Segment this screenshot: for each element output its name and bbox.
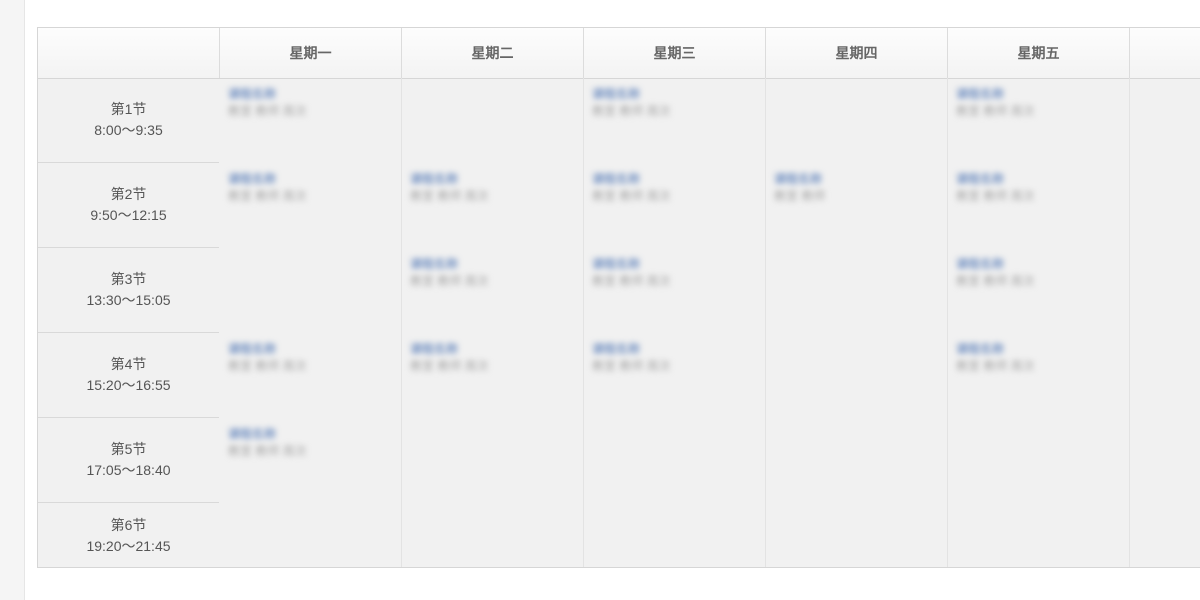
- schedule-grid: 课程名称 教室 教师 周次 课程名称 教室 教师 周次 课程名称 教室 教师 周…: [220, 78, 1200, 567]
- course-entry[interactable]: 课程名称 教室 教师 周次: [228, 426, 388, 460]
- course-slot[interactable]: 课程名称 教室 教师 周次: [948, 163, 1129, 248]
- course-slot[interactable]: 课程名称 教室 教师 周次: [220, 418, 401, 503]
- course-entry[interactable]: 课程名称 教室 教师 周次: [410, 256, 570, 290]
- course-slot[interactable]: 课程名称 教室 教师 周次: [948, 78, 1129, 163]
- header-day-tuesday: 星期二: [402, 28, 584, 78]
- header-day-saturday: [1130, 28, 1200, 78]
- course-entry[interactable]: 课程名称 教室 教师 周次: [592, 86, 752, 120]
- period-cell-1: 第1节 8:00～9:35: [38, 78, 219, 163]
- course-slot[interactable]: 课程名称 教室 教师 周次: [402, 248, 583, 333]
- header-corner-cell: [38, 28, 220, 78]
- day-column-monday: 课程名称 教室 教师 周次 课程名称 教室 教师 周次 课程名称 教室 教师 周…: [220, 78, 402, 567]
- period-cell-6: 第6节 19:20～21:45: [38, 503, 219, 567]
- header-day-monday: 星期一: [220, 28, 402, 78]
- course-slot[interactable]: 课程名称 教室 教师 周次: [948, 333, 1129, 418]
- day-column-thursday: 课程名称 教室 教师: [766, 78, 948, 567]
- period-time: 15:20～16:55: [86, 377, 171, 393]
- period-label: 第5节: [110, 441, 147, 457]
- period-cell-5: 第5节 17:05～18:40: [38, 418, 219, 503]
- period-time: 13:30～15:05: [86, 292, 171, 308]
- course-entry[interactable]: 课程名称 教室 教师 周次: [592, 341, 752, 375]
- course-slot[interactable]: 课程名称 教室 教师 周次: [584, 78, 765, 163]
- timetable: 星期一 星期二 星期三 星期四 星期五 第1节 8:00～9:35 第2节 9:…: [37, 27, 1200, 568]
- period-time: 19:20～21:45: [86, 537, 171, 554]
- day-column-saturday: [1130, 78, 1200, 567]
- period-label: 第4节: [110, 356, 147, 372]
- course-entry[interactable]: 课程名称 教室 教师 周次: [956, 256, 1116, 290]
- course-entry[interactable]: 课程名称 教室 教师 周次: [410, 341, 570, 375]
- course-entry[interactable]: 课程名称 教室 教师 周次: [592, 171, 752, 205]
- timetable-header: 星期一 星期二 星期三 星期四 星期五: [38, 28, 1200, 79]
- course-slot[interactable]: 课程名称 教室 教师 周次: [584, 333, 765, 418]
- course-entry[interactable]: 课程名称 教室 教师 周次: [228, 171, 388, 205]
- course-slot[interactable]: 课程名称 教室 教师 周次: [220, 333, 401, 418]
- course-entry[interactable]: 课程名称 教室 教师: [774, 171, 934, 205]
- course-slot[interactable]: 课程名称 教室 教师: [766, 163, 947, 248]
- course-entry[interactable]: 课程名称 教室 教师 周次: [956, 86, 1116, 120]
- period-time: 8:00～9:35: [94, 122, 163, 138]
- day-column-wednesday: 课程名称 教室 教师 周次 课程名称 教室 教师 周次 课程名称 教室 教师 周…: [584, 78, 766, 567]
- course-slot[interactable]: 课程名称 教室 教师 周次: [402, 333, 583, 418]
- sidebar-strip: [0, 0, 25, 600]
- course-entry[interactable]: 课程名称 教室 教师 周次: [228, 341, 388, 375]
- course-slot[interactable]: 课程名称 教室 教师 周次: [584, 163, 765, 248]
- course-slot[interactable]: 课程名称 教室 教师 周次: [220, 78, 401, 163]
- period-cell-2: 第2节 9:50～12:15: [38, 163, 219, 248]
- course-slot[interactable]: 课程名称 教室 教师 周次: [948, 248, 1129, 333]
- period-time: 17:05～18:40: [86, 462, 171, 478]
- course-entry[interactable]: 课程名称 教室 教师 周次: [592, 256, 752, 290]
- course-slot[interactable]: 课程名称 教室 教师 周次: [584, 248, 765, 333]
- period-label: 第1节: [110, 101, 147, 117]
- period-label: 第3节: [110, 271, 147, 287]
- course-entry[interactable]: 课程名称 教室 教师 周次: [956, 171, 1116, 205]
- course-entry[interactable]: 课程名称 教室 教师 周次: [410, 171, 570, 205]
- course-entry[interactable]: 课程名称 教室 教师 周次: [228, 86, 388, 120]
- course-slot[interactable]: 课程名称 教室 教师 周次: [402, 163, 583, 248]
- header-day-thursday: 星期四: [766, 28, 948, 78]
- header-day-friday: 星期五: [948, 28, 1130, 78]
- course-entry[interactable]: 课程名称 教室 教师 周次: [956, 341, 1116, 375]
- period-label: 第2节: [110, 186, 147, 202]
- period-cell-4: 第4节 15:20～16:55: [38, 333, 219, 418]
- period-cell-3: 第3节 13:30～15:05: [38, 248, 219, 333]
- course-slot[interactable]: 课程名称 教室 教师 周次: [220, 163, 401, 248]
- day-column-tuesday: 课程名称 教室 教师 周次 课程名称 教室 教师 周次 课程名称 教室 教师 周…: [402, 78, 584, 567]
- day-column-friday: 课程名称 教室 教师 周次 课程名称 教室 教师 周次 课程名称 教室 教师 周…: [948, 78, 1130, 567]
- period-time: 9:50～12:15: [90, 207, 167, 223]
- period-label: 第6节: [110, 516, 147, 533]
- header-day-wednesday: 星期三: [584, 28, 766, 78]
